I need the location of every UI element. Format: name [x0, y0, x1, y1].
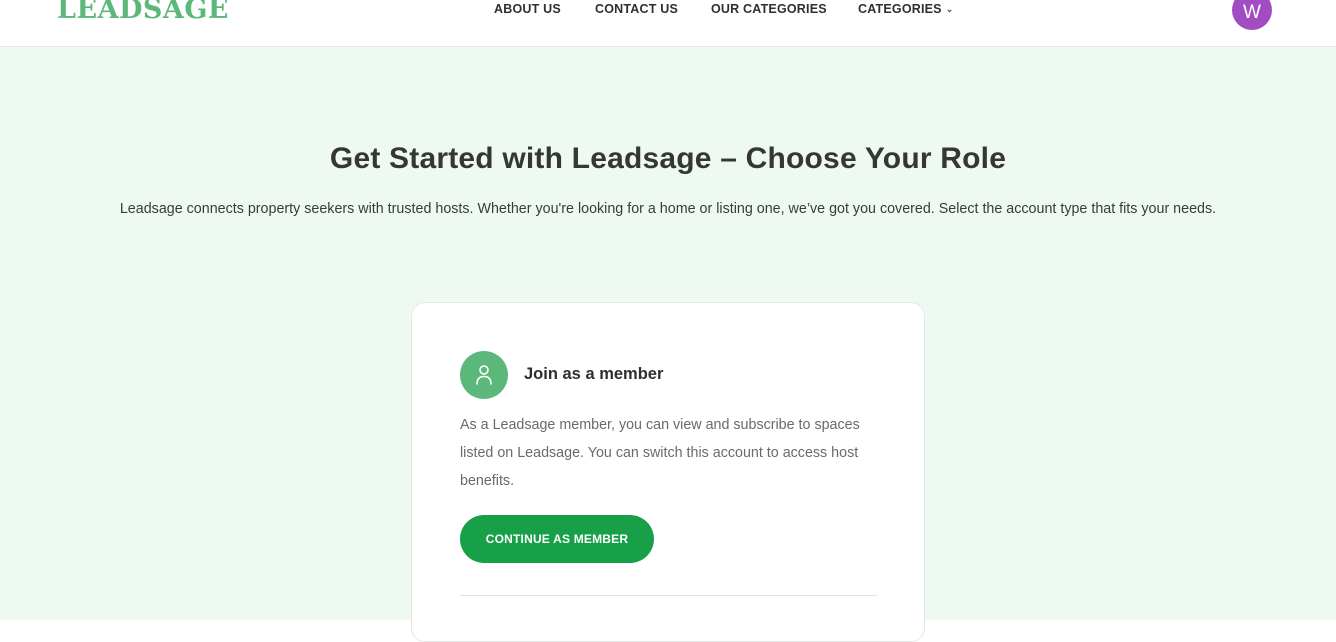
nav-about-us[interactable]: ABOUT US [494, 2, 561, 16]
nav-categories-label: CATEGORIES [858, 2, 942, 16]
user-icon [460, 351, 508, 399]
top-header: LEADSAGE ABOUT US CONTACT US OUR CATEGOR… [0, 0, 1336, 47]
logo[interactable]: LEADSAGE [57, 0, 229, 29]
nav-categories-dropdown[interactable]: CATEGORIES ⌄ [858, 2, 953, 16]
page-title: Get Started with Leadsage – Choose Your … [329, 142, 1007, 175]
nav-our-categories[interactable]: OUR CATEGORIES [711, 2, 827, 16]
role-title: Join as a member [524, 365, 664, 383]
main-content: Get Started with Leadsage – Choose Your … [0, 47, 1336, 642]
avatar[interactable]: W [1232, 0, 1272, 30]
role-description: As a Leadsage member, you can view and s… [460, 417, 860, 489]
chevron-down-icon: ⌄ [945, 4, 954, 14]
divider [460, 595, 877, 596]
nav-contact-us[interactable]: CONTACT US [595, 2, 678, 16]
page-subtitle: Leadsage connects property seekers with … [119, 201, 1217, 217]
member-role-card: Join as a member As a Leadsage member, y… [411, 302, 925, 642]
continue-as-member-button[interactable]: CONTINUE AS MEMBER [460, 515, 654, 563]
